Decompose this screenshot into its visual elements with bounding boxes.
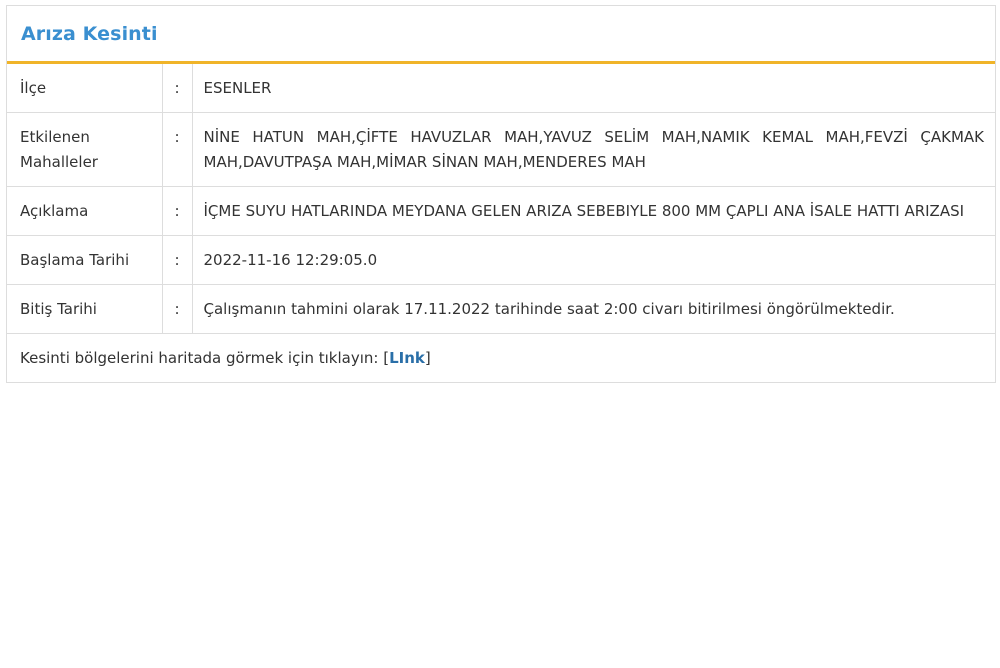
description-separator: : bbox=[162, 186, 193, 236]
end-date-value: Çalışmanın tahmini olarak 17.11.2022 tar… bbox=[192, 284, 995, 334]
map-link[interactable]: LInk bbox=[389, 349, 425, 367]
affected-neighborhoods-separator: : bbox=[162, 112, 193, 187]
description-value: İÇME SUYU HATLARINDA MEYDANA GELEN ARIZA… bbox=[192, 186, 995, 236]
end-date-label: Bitiş Tarihi bbox=[7, 284, 163, 334]
affected-neighborhoods-value: NİNE HATUN MAH,ÇİFTE HAVUZLAR MAH,YAVUZ … bbox=[192, 112, 995, 187]
description-label: Açıklama bbox=[7, 186, 163, 236]
row-affected-neighborhoods: Etkilenen Mahalleler : NİNE HATUN MAH,Çİ… bbox=[7, 112, 995, 187]
outage-info-table: İlçe : ESENLER Etkilenen Mahalleler : Nİ… bbox=[7, 64, 995, 334]
start-date-value: 2022-11-16 12:29:05.0 bbox=[192, 235, 995, 285]
link-bracket-close: ] bbox=[424, 349, 431, 367]
row-district: İlçe : ESENLER bbox=[7, 64, 995, 113]
end-date-separator: : bbox=[162, 284, 193, 334]
start-date-label: Başlama Tarihi bbox=[7, 235, 163, 285]
map-link-text: Kesinti bölgelerini haritada görmek için… bbox=[20, 349, 384, 367]
district-label: İlçe bbox=[7, 64, 163, 113]
row-description: Açıklama : İÇME SUYU HATLARINDA MEYDANA … bbox=[7, 186, 995, 236]
panel-title: Arıza Kesinti bbox=[21, 22, 158, 45]
row-start-date: Başlama Tarihi : 2022-11-16 12:29:05.0 bbox=[7, 235, 995, 285]
outage-panel: Arıza Kesinti İlçe : ESENLER Etkilenen M… bbox=[6, 5, 996, 383]
panel-header: Arıza Kesinti bbox=[7, 6, 995, 64]
map-link-footer: Kesinti bölgelerini haritada görmek için… bbox=[7, 334, 995, 382]
district-separator: : bbox=[162, 64, 193, 113]
start-date-separator: : bbox=[162, 235, 193, 285]
district-value: ESENLER bbox=[192, 64, 995, 113]
row-end-date: Bitiş Tarihi : Çalışmanın tahmini olarak… bbox=[7, 284, 995, 334]
affected-neighborhoods-label: Etkilenen Mahalleler bbox=[7, 112, 163, 187]
